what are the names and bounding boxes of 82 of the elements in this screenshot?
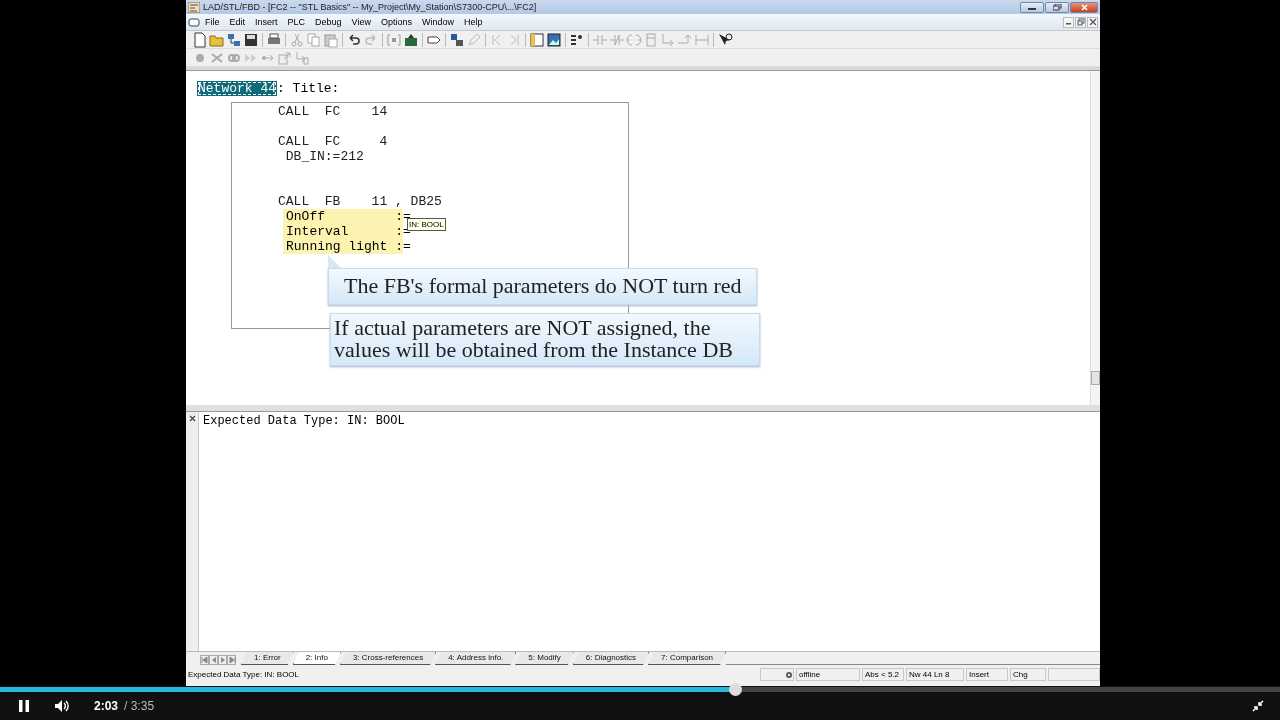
close-icon — [1080, 3, 1088, 11]
colon: : — [395, 209, 403, 224]
status-field: Insert — [966, 668, 1008, 681]
menu-item[interactable]: Help — [459, 17, 488, 27]
image-icon[interactable] — [546, 31, 562, 48]
tab-scroll-button[interactable] — [200, 655, 209, 665]
block-icon[interactable] — [643, 31, 659, 48]
colon: : — [395, 224, 403, 239]
current-time: 2:03 — [94, 699, 119, 713]
close-icon[interactable] — [188, 415, 196, 422]
code-line: CALL FC 4 — [278, 134, 388, 149]
code-line: DB_IN:=212 — [284, 149, 364, 164]
close-icon — [1088, 18, 1097, 26]
menu-item[interactable]: PLC — [282, 17, 311, 27]
menu-item[interactable]: Window — [417, 17, 459, 27]
panel-tab[interactable]: 6: Diagnostics — [572, 652, 650, 665]
tab-scroll-button[interactable] — [209, 655, 218, 665]
last-icon — [227, 656, 236, 664]
return-icon[interactable] — [294, 49, 310, 66]
menu-item[interactable]: Debug — [310, 17, 347, 27]
paste-icon[interactable] — [323, 31, 339, 48]
next-icon — [218, 656, 227, 664]
close-button[interactable] — [1087, 16, 1098, 28]
document-window-icon[interactable] — [188, 17, 200, 27]
info-message: Expected Data Type: IN: BOOL — [202, 413, 405, 429]
assign-sign: = — [403, 239, 411, 254]
code-line: CALL FC 14 — [278, 104, 388, 119]
first-icon — [200, 656, 209, 664]
tab-scroll-button[interactable] — [227, 655, 236, 665]
branch-icon[interactable] — [660, 31, 676, 48]
callout: If actual parameters are NOT assigned, the values will be obtained from the Instance DB — [330, 313, 760, 366]
panel-tab[interactable]: 2: Info — [292, 652, 341, 665]
status-field: Abs < 5.2 — [862, 668, 904, 681]
pause-icon — [18, 699, 30, 713]
parameter-name: Interval — [286, 224, 350, 239]
status-field: offline — [796, 668, 860, 681]
panel-tab[interactable]: 1: Error — [241, 652, 294, 665]
close-button[interactable] — [1070, 1, 1098, 13]
duration: / 3:35 — [124, 699, 155, 713]
minimize-button[interactable] — [1063, 16, 1074, 28]
exit-fullscreen-button[interactable] — [1252, 700, 1264, 712]
menu-item[interactable]: File — [200, 17, 225, 27]
parameter-name: Running light — [286, 239, 389, 254]
shrink-arrows-icon — [1252, 700, 1264, 712]
restore-button[interactable] — [1075, 16, 1086, 28]
panel-tab[interactable]: 3: Cross-references — [339, 652, 437, 665]
restore-button[interactable] — [1045, 1, 1069, 13]
new-document-icon[interactable] — [192, 31, 208, 48]
callout: The FB's formal parameters do NOT turn red — [328, 268, 757, 305]
cut-icon[interactable] — [289, 31, 305, 48]
menu-item[interactable]: View — [346, 17, 376, 27]
tooltip: IN: BOOL — [407, 218, 446, 231]
volume-button[interactable] — [54, 699, 70, 713]
restore-icon — [1076, 18, 1085, 26]
network-label[interactable]: Network 44 — [197, 80, 277, 96]
status-field — [1048, 668, 1100, 681]
status-field: Chg — [1010, 668, 1046, 681]
undo-icon[interactable] — [346, 31, 362, 48]
scrollbar-thumb[interactable] — [1091, 371, 1100, 385]
tab-scroll-button[interactable] — [218, 655, 227, 665]
pause-button[interactable] — [18, 699, 30, 713]
code-line: CALL FB 11 , DB25 — [278, 194, 442, 209]
speaker-icon — [54, 699, 70, 713]
save-icon[interactable] — [243, 31, 259, 48]
window-title: LAD/STL/FBD - [FC2 -- "STL Basics" -- My_Project\My_Station\S7300-CPU\...\FC2] — [203, 2, 538, 12]
colon: : — [395, 239, 403, 254]
coil-icon[interactable] — [626, 31, 642, 48]
minimize-button[interactable] — [1020, 1, 1044, 13]
menu-item[interactable]: Options — [375, 17, 417, 27]
menu-item[interactable]: Insert — [250, 17, 283, 27]
copy-icon[interactable] — [306, 31, 322, 48]
app-icon[interactable] — [188, 1, 200, 13]
restore-icon — [1052, 3, 1062, 11]
status-message: Expected Data Type: IN: BOOL — [188, 670, 301, 679]
parameter-name: OnOff — [286, 209, 326, 224]
panel-tab[interactable]: 5: Modify — [515, 652, 574, 665]
panel-tab[interactable]: 7: Comparison — [648, 652, 727, 665]
panel-tab[interactable]: 4: Address info. — [435, 652, 517, 665]
status-field: Nw 44 Ln 8 — [906, 668, 964, 681]
network-icon[interactable] — [226, 31, 242, 48]
menu-item[interactable]: Edit — [224, 17, 251, 27]
network-title: : Title: — [277, 80, 340, 96]
